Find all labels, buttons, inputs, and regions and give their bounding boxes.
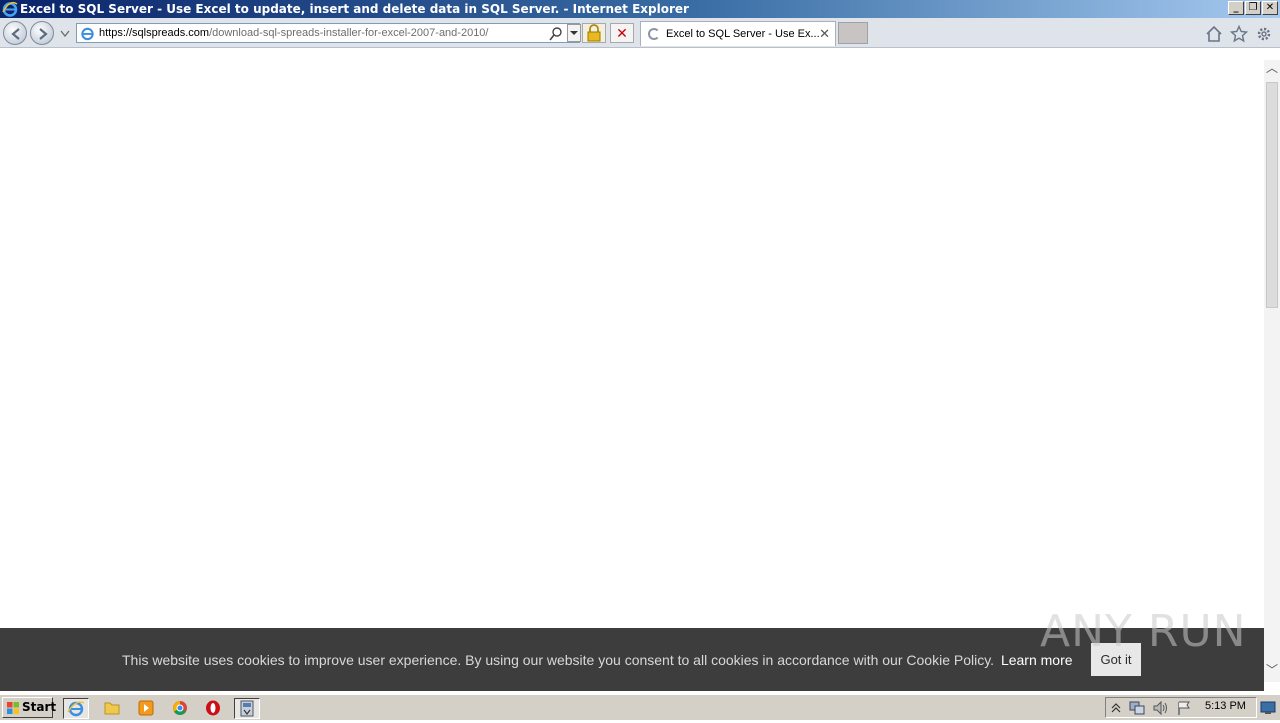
scrollbar-thumb[interactable] [1266,82,1278,308]
loading-spinner-icon [648,28,660,40]
lock-icon [587,24,601,42]
minimize-button[interactable]: _ [1228,1,1244,15]
forward-arrow-icon [39,28,48,40]
back-button[interactable] [3,21,27,45]
address-bar[interactable]: https://sqlspreads.com/download-sql-spre… [76,23,583,43]
cookie-message-text: This website uses cookies to improve use… [122,652,995,668]
forward-button[interactable] [30,21,54,45]
scroll-up-button[interactable]: ︿ [1264,60,1280,76]
security-lock-button[interactable] [582,23,606,43]
taskbar-chrome-button[interactable] [168,698,194,719]
tab-close-button[interactable]: ✕ [819,26,830,42]
browser-nav-bar: https://sqlspreads.com/download-sql-spre… [0,18,1280,48]
browser-tab[interactable]: Excel to SQL Server - Use Ex... ✕ [640,21,836,46]
window-title-bar: Excel to SQL Server - Use Excel to updat… [0,0,1280,18]
taskbar-media-player-button[interactable] [134,698,160,719]
scroll-down-button[interactable]: ﹀ [1264,662,1280,678]
taskbar-clock[interactable]: 5:13 PM [1205,700,1246,712]
internet-explorer-icon [2,1,18,17]
windows-logo-icon [7,702,19,714]
favorites-star-icon[interactable] [1230,25,1248,43]
window-title: Excel to SQL Server - Use Excel to updat… [20,2,689,16]
cookie-message: This website uses cookies to improve use… [122,652,1073,668]
address-dropdown-icon[interactable] [565,24,583,42]
close-window-button[interactable]: ✕ [1262,1,1278,15]
start-button[interactable]: Start [2,697,57,718]
show-desktop-icon[interactable] [1260,700,1276,715]
volume-icon[interactable] [1152,700,1170,716]
taskbar-explorer-button[interactable] [100,698,126,719]
tab-title: Excel to SQL Server - Use Ex... [666,28,820,40]
taskbar-installer-button[interactable] [234,698,260,719]
folder-icon [104,702,120,715]
new-tab-button[interactable] [838,22,868,44]
url-path: /download-sql-spreads-installer-for-exce… [209,27,489,39]
search-icon[interactable] [547,25,565,43]
network-icon[interactable] [1128,700,1146,716]
taskbar-ie-button[interactable] [63,698,89,719]
restore-button[interactable]: ❐ [1245,1,1261,15]
action-center-flag-icon[interactable] [1176,700,1194,716]
chrome-icon [173,701,187,715]
installer-icon [240,700,254,717]
page-favicon-icon [81,27,94,41]
stop-button[interactable]: ✕ [610,23,634,43]
media-player-icon [138,700,154,716]
anyrun-watermark: ANY RUN [1040,606,1247,657]
vertical-scrollbar[interactable]: ︿ [1264,60,1280,682]
opera-icon [206,700,220,716]
taskbar-opera-button[interactable] [201,698,227,719]
address-url[interactable]: https://sqlspreads.com/download-sql-spre… [99,27,488,39]
start-label: Start [22,700,57,714]
settings-gear-icon[interactable] [1255,25,1273,43]
page-content [0,48,1264,694]
home-icon[interactable] [1205,25,1223,43]
internet-explorer-icon [67,701,85,717]
history-dropdown-icon[interactable] [60,30,70,38]
back-arrow-icon [11,28,20,40]
taskbar: Start 5:13 PM [0,694,1280,720]
show-hidden-icons-icon[interactable] [1110,701,1122,715]
url-host: https://sqlspreads.com [99,27,210,39]
